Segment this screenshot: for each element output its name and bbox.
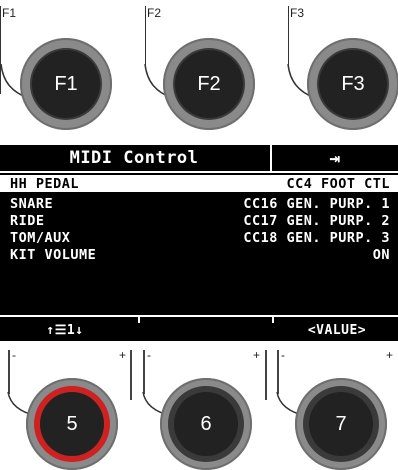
encoder-7-label: 7	[309, 392, 373, 456]
f2-bracket	[145, 6, 146, 66]
encoder-6-minus: -	[147, 348, 151, 362]
list-item-snare[interactable]: SNARE CC16 GEN. PURP. 1	[10, 196, 390, 212]
row-key: HH PEDAL	[10, 176, 80, 192]
encoder-5-label: 5	[40, 392, 104, 456]
encoder-5-knob[interactable]: 5	[26, 378, 118, 470]
softkey-separator	[0, 315, 398, 317]
softkey-tick-1	[138, 315, 140, 323]
row-value: CC17 GEN. PURP. 2	[243, 213, 390, 229]
encoder-5-right-bracket	[130, 350, 132, 400]
encoder-7-minus: -	[281, 348, 285, 362]
softkey-value[interactable]: <VALUE>	[276, 321, 398, 339]
row-value: CC18 GEN. PURP. 3	[243, 230, 390, 246]
exit-icon[interactable]: ⇥	[272, 145, 398, 171]
f2-button-label: F2	[175, 50, 243, 118]
encoder-7-knob[interactable]: 7	[295, 378, 387, 470]
encoder-6-label: 6	[174, 392, 238, 456]
f1-caption: F1	[2, 6, 17, 20]
encoder-6-right-bracket	[265, 350, 267, 400]
encoder-5-minus: -	[12, 348, 16, 362]
encoder-7-left-bracket	[277, 350, 279, 394]
encoder-6-left-bracket	[143, 350, 145, 394]
encoder-5-left-bracket	[8, 350, 10, 394]
softkey-scroll[interactable]: ↑☰1↓	[0, 321, 130, 339]
row-key: TOM/AUX	[10, 230, 71, 246]
encoder-7-plus: +	[386, 348, 394, 362]
f1-button[interactable]: F1	[20, 38, 112, 130]
row-value: ON	[372, 247, 390, 263]
screen-title-bar: MIDI Control ⇥	[0, 145, 398, 173]
list-item-tom-aux[interactable]: TOM/AUX CC18 GEN. PURP. 3	[10, 230, 390, 246]
f1-button-label: F1	[32, 50, 100, 118]
encoder-5-plus: +	[119, 348, 127, 362]
encoder-6-knob[interactable]: 6	[160, 378, 252, 470]
f3-button-ring: F3	[317, 48, 389, 120]
row-key: KIT VOLUME	[10, 247, 97, 263]
row-value: CC16 GEN. PURP. 1	[243, 196, 390, 212]
f1-button-ring: F1	[30, 48, 102, 120]
row-key: RIDE	[10, 213, 45, 229]
list-item-hh-pedal[interactable]: HH PEDAL CC4 FOOT CTL	[10, 176, 390, 192]
f2-button[interactable]: F2	[163, 38, 255, 130]
row-value: CC4 FOOT CTL	[286, 176, 390, 192]
list-item-kit-volume[interactable]: KIT VOLUME ON	[10, 247, 390, 263]
list-item-ride[interactable]: RIDE CC17 GEN. PURP. 2	[10, 213, 390, 229]
f3-bracket	[288, 6, 289, 66]
f3-caption: F3	[290, 6, 305, 20]
encoder-5-active-ring: 5	[34, 386, 110, 462]
f3-button-label: F3	[319, 50, 387, 118]
encoder-6-plus: +	[253, 348, 261, 362]
encoder-6-ring: 6	[168, 386, 244, 462]
lcd-screen: MIDI Control ⇥ HH PEDAL CC4 FOOT CTL SNA…	[0, 145, 398, 341]
row-key: SNARE	[10, 196, 54, 212]
f3-button[interactable]: F3	[307, 38, 398, 130]
f2-button-ring: F2	[173, 48, 245, 120]
screen-title: MIDI Control	[69, 148, 199, 168]
f2-caption: F2	[147, 6, 162, 20]
softkey-tick-2	[272, 315, 274, 323]
encoder-7-ring: 7	[303, 386, 379, 462]
